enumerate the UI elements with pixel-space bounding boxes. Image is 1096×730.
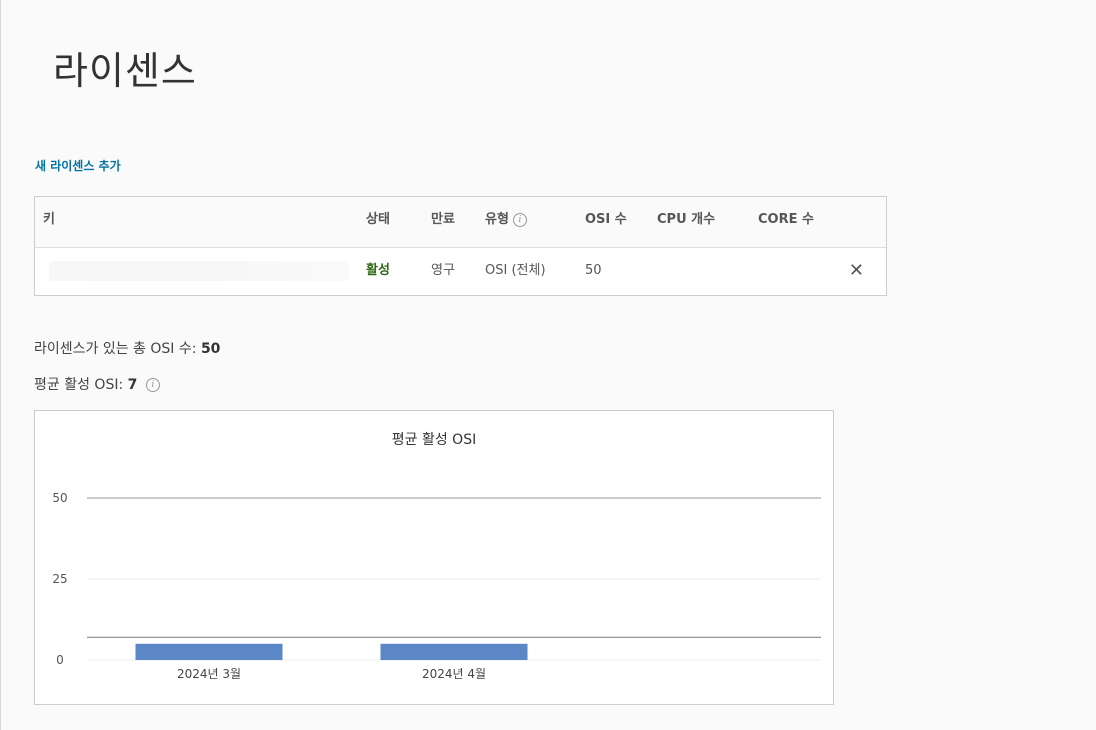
license-key-redacted: [49, 261, 349, 281]
y-tick-label: 25: [52, 572, 67, 586]
status-value: 활성: [366, 263, 390, 278]
header-status: 상태: [366, 212, 390, 227]
page-title: 라이센스: [53, 49, 197, 93]
chart-title: 평균 활성 OSI: [392, 432, 476, 448]
info-icon[interactable]: i: [145, 378, 160, 392]
total-osi-value: 50: [200, 341, 221, 357]
header-core-count: CORE 수: [758, 212, 814, 227]
license-table-header: 키 상태 만료 유형 i OSI 수 CPU 개수 CORE 수: [35, 197, 886, 248]
avg-active-osi-label: 평균 활성 OSI:: [34, 377, 124, 393]
remove-license-button[interactable]: ✕: [849, 260, 864, 282]
header-expiration: 만료: [431, 212, 455, 227]
info-icon[interactable]: i: [512, 212, 527, 227]
left-border: [0, 0, 1, 730]
osi-count-value: 50: [585, 263, 602, 278]
total-osi-summary: 라이센스가 있는 총 OSI 수: 50: [34, 338, 220, 358]
x-tick-label: 2024년 3월: [177, 667, 241, 681]
y-tick-label: 0: [56, 653, 64, 667]
header-key: 키: [43, 212, 55, 227]
header-type: 유형 i: [485, 197, 527, 243]
avg-active-osi-value: 7: [127, 377, 138, 393]
expiration-value: 영구: [431, 263, 455, 278]
header-osi-count: OSI 수: [585, 212, 627, 227]
add-new-license-link[interactable]: 새 라이센스 추가: [35, 157, 121, 174]
table-row: 활성 영구 OSI (전체) 50 ✕: [35, 247, 886, 295]
bar: [135, 643, 283, 660]
bar: [380, 643, 528, 660]
x-tick-label: 2024년 4월: [422, 667, 486, 681]
total-osi-label: 라이센스가 있는 총 OSI 수:: [34, 341, 197, 357]
header-cpu-count: CPU 개수: [657, 212, 716, 227]
license-table: 키 상태 만료 유형 i OSI 수 CPU 개수 CORE 수 활성 영구 OS…: [34, 196, 887, 296]
avg-active-osi-summary: 평균 활성 OSI: 7 i: [34, 374, 160, 394]
y-tick-label: 50: [52, 491, 67, 505]
header-type-label: 유형: [485, 212, 509, 227]
type-value: OSI (전체): [485, 263, 546, 278]
chart-svg: 평균 활성 OSI 0 25 50 2024년 3월 2024년 4월: [52, 432, 821, 681]
avg-active-osi-chart: 평균 활성 OSI 0 25 50 2024년 3월 2024년 4월: [34, 410, 834, 705]
